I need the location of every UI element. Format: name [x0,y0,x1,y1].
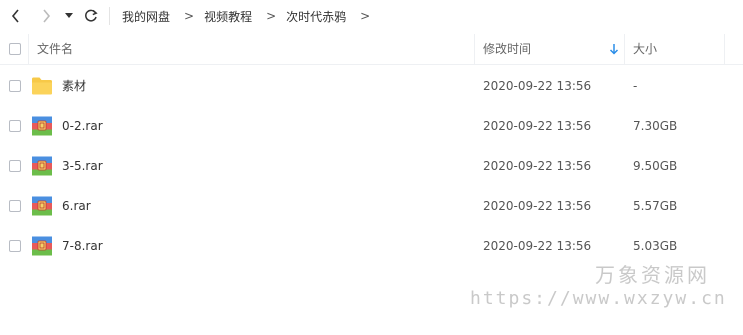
chevron-left-icon [11,9,19,23]
file-row[interactable]: 6.rar 2020-09-22 13:56 5.57GB [0,186,743,226]
rar-archive-icon [32,156,52,176]
toolbar-divider [109,7,110,25]
toolbar: 我的网盘 > 视频教程 > 次时代赤鸦 > [0,0,743,32]
file-row[interactable]: 素材 2020-09-22 13:56 - [0,66,743,106]
rar-archive-icon [32,196,52,216]
column-header-name[interactable]: 文件名 [37,34,73,64]
breadcrumb-separator: > [360,9,371,23]
column-divider[interactable] [724,34,725,64]
file-row[interactable]: 3-5.rar 2020-09-22 13:56 9.50GB [0,146,743,186]
file-name[interactable]: 3-5.rar [62,146,103,186]
back-button[interactable] [6,6,26,26]
rar-archive-icon [32,116,52,136]
breadcrumb-item-root[interactable]: 我的网盘 [122,8,170,25]
file-name[interactable]: 6.rar [62,186,91,226]
file-modified: 2020-09-22 13:56 [483,159,592,173]
breadcrumb-item-current[interactable]: 次时代赤鸦 [286,8,346,25]
file-size: 7.30GB [633,119,678,133]
file-name[interactable]: 0-2.rar [62,106,103,146]
file-size: - [633,79,638,93]
rar-archive-icon [32,236,52,256]
table-header: 文件名 修改时间 大小 [0,34,743,65]
watermark-url: https://www.wxzyw.cn [470,288,727,309]
column-divider [28,34,29,64]
row-checkbox[interactable] [9,120,21,132]
chevron-right-icon [43,9,51,23]
file-row[interactable]: 0-2.rar 2020-09-22 13:56 7.30GB [0,106,743,146]
column-header-size[interactable]: 大小 [633,34,657,64]
file-modified: 2020-09-22 13:56 [483,239,592,253]
file-name[interactable]: 7-8.rar [62,226,103,266]
file-modified: 2020-09-22 13:56 [483,79,592,93]
breadcrumb-separator: > [184,9,195,23]
file-name[interactable]: 素材 [62,66,86,106]
row-checkbox[interactable] [9,80,21,92]
column-divider[interactable] [474,34,475,64]
folder-icon [32,77,52,95]
breadcrumb-separator: > [266,9,277,23]
file-modified: 2020-09-22 13:56 [483,199,592,213]
breadcrumb-item-video[interactable]: 视频教程 [204,8,252,25]
row-checkbox[interactable] [9,200,21,212]
row-checkbox[interactable] [9,240,21,252]
history-dropdown[interactable] [62,6,76,26]
file-modified: 2020-09-22 13:56 [483,119,592,133]
refresh-icon [85,9,98,22]
column-divider[interactable] [624,34,625,64]
watermark-title: 万象资源网 [595,263,710,287]
caret-down-icon [65,13,73,18]
file-size: 9.50GB [633,159,678,173]
sort-descending-icon [609,44,619,55]
file-size: 5.57GB [633,199,678,213]
breadcrumb: 我的网盘 > 视频教程 > 次时代赤鸦 > [122,0,380,32]
row-checkbox[interactable] [9,160,21,172]
refresh-button[interactable] [80,5,102,27]
forward-button[interactable] [36,6,56,26]
column-header-modified[interactable]: 修改时间 [483,34,531,64]
